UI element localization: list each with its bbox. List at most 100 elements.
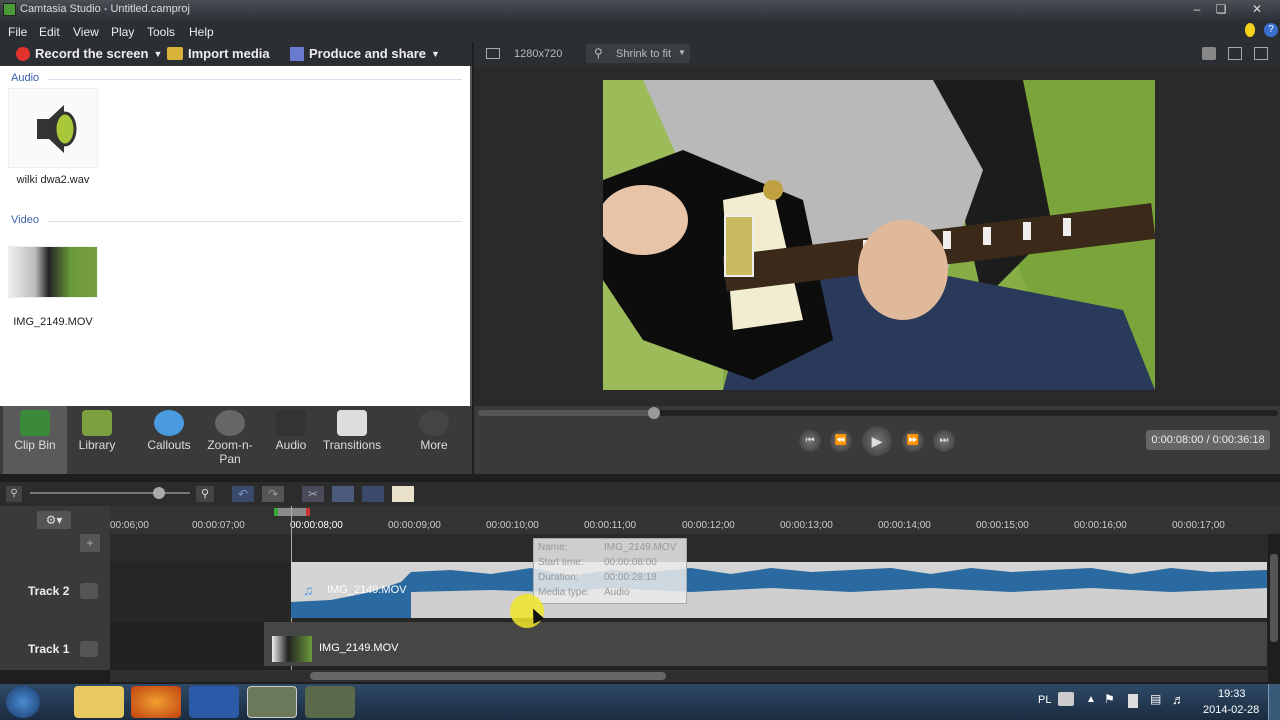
search-icon: ⚲ <box>594 46 603 60</box>
tooltip-type-label: Media type: <box>538 587 590 598</box>
close-button[interactable]: ✕ <box>1246 2 1268 16</box>
language-indicator[interactable]: PL <box>1038 694 1051 706</box>
menu-edit[interactable]: Edit <box>39 25 60 39</box>
volume-icon[interactable]: ♬ <box>1172 692 1185 707</box>
tooltip-start-value: 00:00:08:00 <box>604 557 657 568</box>
explorer-taskbar-icon[interactable] <box>74 686 124 718</box>
zoom-dropdown[interactable]: ⚲ Shrink to fit ▼ <box>586 44 690 63</box>
video-clip-thumbnail[interactable] <box>8 246 98 298</box>
menu-bar: File Edit View Play Tools Help ? <box>0 20 1280 42</box>
tab-transitions[interactable]: Transitions <box>320 406 384 474</box>
clip-bin-panel: Audio wilki dwa2.wav Video IMG_2149.MOV <box>0 66 472 406</box>
fit-icon[interactable] <box>1228 47 1242 60</box>
ruler-tick-label: 00:00:08;00 <box>290 520 343 531</box>
audio-clip-thumbnail[interactable] <box>8 88 98 168</box>
zoom-slider-handle[interactable] <box>153 487 165 499</box>
ruler-tick-label: 00:00:17;00 <box>1172 520 1225 531</box>
video-clip[interactable]: IMG_2149.MOV <box>264 622 1267 666</box>
fast-forward-button[interactable]: ⏩ <box>902 430 924 452</box>
music-note-icon: ♫ <box>303 582 314 598</box>
minimize-button[interactable]: – <box>1186 2 1208 16</box>
undo-icon[interactable]: ↶ <box>232 486 254 502</box>
skip-end-button[interactable]: ⏭ <box>933 430 955 452</box>
clock-time[interactable]: 19:33 <box>1218 688 1246 700</box>
network-icon[interactable]: ▤ <box>1150 692 1161 706</box>
record-screen-button[interactable]: Record the screen ▼ <box>16 46 162 61</box>
video-clip-thumbnail <box>272 636 312 662</box>
keyboard-icon[interactable] <box>1058 692 1074 706</box>
ruler-tick-label: 00:00:14;00 <box>878 520 931 531</box>
help-icon[interactable]: ? <box>1264 23 1278 37</box>
track-1-label: Track 1 <box>28 642 70 656</box>
redo-icon[interactable]: ↷ <box>262 486 284 502</box>
battery-icon[interactable] <box>1128 694 1138 708</box>
add-track-button[interactable]: + <box>80 534 100 552</box>
hand-icon[interactable] <box>1202 47 1216 60</box>
divider <box>48 221 462 222</box>
copy-icon[interactable] <box>362 486 384 502</box>
audio-clip[interactable]: ♫ IMG_2149.MOV <box>291 562 1267 618</box>
more-icon <box>419 410 449 436</box>
cut-icon[interactable]: ✂ <box>302 486 324 502</box>
tab-clip-bin[interactable]: Clip Bin <box>3 406 67 474</box>
lock-icon[interactable] <box>80 583 98 599</box>
dimensions-icon <box>486 48 500 59</box>
menu-tools[interactable]: Tools <box>147 25 175 39</box>
restore-button[interactable]: ❏ <box>1210 2 1232 16</box>
gear-icon[interactable]: ⚙▾ <box>37 511 71 529</box>
zoom-icon <box>215 410 245 436</box>
ruler-tick-label: 00:00:10;00 <box>486 520 539 531</box>
camtasia-taskbar-icon[interactable] <box>247 686 297 718</box>
tab-library[interactable]: Library <box>65 406 129 474</box>
audio-clip-label: IMG_2149.MOV <box>327 584 407 596</box>
video-section-label: Video <box>11 214 39 226</box>
zoom-in-icon[interactable]: ⚲ <box>196 486 214 502</box>
lightbulb-icon[interactable] <box>1245 23 1255 37</box>
tab-callouts[interactable]: Callouts <box>137 406 201 474</box>
tab-more[interactable]: More <box>402 406 466 474</box>
track-headers: ⚙▾ + Track 2 Track 1 <box>0 506 110 670</box>
menu-play[interactable]: Play <box>111 25 134 39</box>
preview-scrubber[interactable] <box>478 407 1278 419</box>
tab-audio[interactable]: Audio <box>259 406 323 474</box>
clock-date[interactable]: 2014-02-28 <box>1203 704 1259 716</box>
playhead-handle[interactable] <box>274 508 310 516</box>
clip-bin-icon <box>20 410 50 436</box>
scrubber-progress <box>478 410 654 416</box>
record-icon <box>16 46 30 61</box>
scrollbar-thumb[interactable] <box>310 672 666 680</box>
preview-dimensions[interactable]: 1280x720 <box>514 48 562 60</box>
menu-view[interactable]: View <box>73 25 99 39</box>
fullscreen-icon[interactable] <box>1254 47 1268 60</box>
import-media-button[interactable]: Import media <box>167 46 270 61</box>
tab-zoom-n-pan[interactable]: Zoom-n-Pan <box>198 406 262 474</box>
lock-icon[interactable] <box>80 641 98 657</box>
play-button[interactable]: ▶ <box>862 426 892 456</box>
show-desktop-button[interactable] <box>1268 684 1280 720</box>
word-taskbar-icon[interactable] <box>189 686 239 718</box>
show-hidden-icons[interactable]: ▲ <box>1086 694 1096 705</box>
menu-help[interactable]: Help <box>189 25 214 39</box>
start-button[interactable] <box>6 686 40 718</box>
chevron-down-icon: ▼ <box>678 48 686 57</box>
paste-icon[interactable] <box>392 486 414 502</box>
split-icon[interactable] <box>332 486 354 502</box>
vertical-scrollbar[interactable] <box>1270 554 1278 642</box>
timeline-ruler[interactable]: 00:06;00 00:00:07;00 00:00:08;00 00:00:0… <box>110 506 1280 534</box>
video-clip-label: IMG_2149.MOV <box>319 642 399 654</box>
tooltip-duration-value: 00:00:28:18 <box>604 572 657 583</box>
flag-icon[interactable]: ⚑ <box>1104 692 1115 706</box>
scrubber-handle[interactable] <box>648 407 660 419</box>
menu-file[interactable]: File <box>8 25 27 39</box>
zoom-out-icon[interactable]: ⚲ <box>6 486 22 502</box>
produce-share-button[interactable]: Produce and share ▼ <box>290 46 440 61</box>
firefox-taskbar-icon[interactable] <box>131 686 181 718</box>
zoom-slider[interactable] <box>30 492 190 494</box>
skip-start-button[interactable]: ⏮ <box>799 430 821 452</box>
video-preview[interactable] <box>603 80 1155 390</box>
timeline-toolbar: ⚲ ⚲ ↶ ↷ ✂ <box>0 482 1280 506</box>
timeline-scrollbar[interactable] <box>110 670 1268 682</box>
rewind-button[interactable]: ⏪ <box>830 430 852 452</box>
produce-icon <box>290 46 304 61</box>
camtasia-recorder-taskbar-icon[interactable] <box>305 686 355 718</box>
